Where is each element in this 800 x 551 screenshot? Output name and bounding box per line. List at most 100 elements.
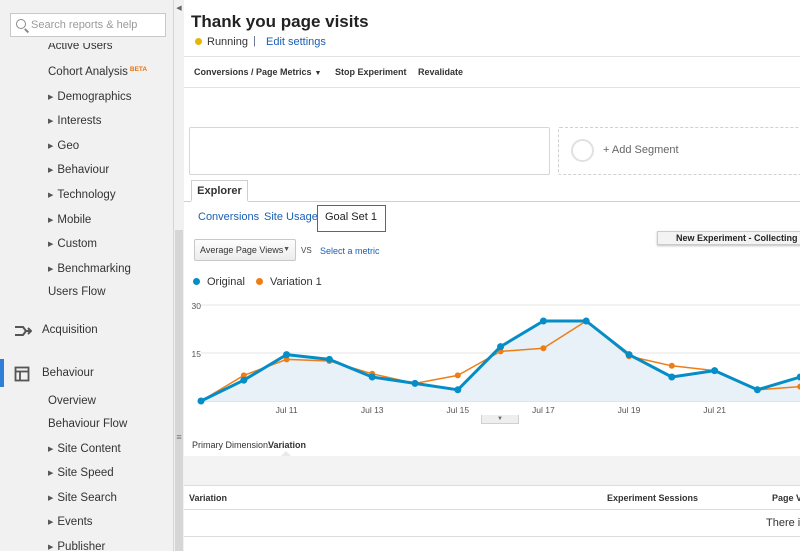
line-chart: 30 15 Jul 11 Jul 13 Jul 15 Jul 17 Jul 19 Jul 21 [192,301,800,415]
column-header-page-views[interactable]: Page V [772,493,800,503]
sidebar-item-benchmarking[interactable]: ▶ Benchmarking [48,263,131,275]
expand-arrow-icon: ▶ [48,118,54,125]
original-point [240,376,248,384]
legend-label: Original [207,276,245,288]
sidebar-item-label: Benchmarking [57,263,131,275]
expand-arrow-icon: ▶ [48,446,54,453]
sidebar-item-label: Overview [48,395,96,407]
sidebar-item-label: Site Content [57,443,121,455]
sidebar-item-custom[interactable]: ▶ Custom [48,238,97,250]
search-box[interactable] [10,13,166,37]
original-point [539,317,547,325]
sidebar-item-demographics[interactable]: ▶ Demographics [48,91,132,103]
behaviour-layout-icon [14,366,30,382]
metric-select[interactable]: Average Page Views ▼ [194,239,296,261]
beta-badge: BETA [129,66,148,73]
stop-experiment-button[interactable]: Stop Experiment [335,67,407,77]
sidebar-item-label: Mobile [57,214,92,226]
legend-variation-1[interactable]: Variation 1 [256,276,322,288]
primary-dimension-value[interactable]: Variation [268,440,306,450]
sidebar-section-label: Acquisition [42,324,98,336]
sidebar-item-interests[interactable]: ▶ Interests [48,115,102,127]
sidebar-item-site-content[interactable]: ▶ Site Content [48,443,121,455]
sidebar-item-site-search[interactable]: ▶ Site Search [48,492,117,504]
sidebar-item-label: Users Flow [48,286,106,298]
sidebar-item-behaviour-flow[interactable]: Behaviour Flow [48,418,127,430]
tab-explorer[interactable]: Explorer [191,180,248,202]
x-tick-label: Jul 13 [361,405,384,415]
chart-collapse-toggle[interactable]: ▼ [481,415,519,424]
sidebar-item-events[interactable]: ▶ Events [48,516,93,528]
sidebar-item-label: Interests [57,115,102,127]
revalidate-button[interactable]: Revalidate [418,67,463,77]
column-header-variation[interactable]: Variation [189,493,227,503]
tab-divider [184,201,800,202]
vs-label: VS [301,246,312,255]
sidebar-item-site-speed[interactable]: ▶ Site Speed [48,467,114,479]
acquisition-arrows-icon [15,326,32,336]
sidebar-scrollbar[interactable] [173,0,184,551]
original-point [411,379,419,387]
x-tick-label: Jul 15 [446,405,469,415]
column-header-experiment-sessions[interactable]: Experiment Sessions [607,493,698,503]
x-tick-label: Jul 21 [703,405,726,415]
sidebar-item-technology[interactable]: ▶ Technology [48,189,116,201]
expand-arrow-icon: ▶ [48,495,54,502]
sidebar-section-label: Behaviour [42,367,94,379]
sidebar-section-acquisition[interactable]: Acquisition [14,323,154,343]
scrollbar-thumb[interactable] [175,230,183,551]
active-indicator [0,359,4,387]
sidebar-section-behaviour[interactable]: Behaviour [14,366,154,386]
page-title: Thank you page visits [191,12,369,31]
x-tick-label: Jul 19 [618,405,641,415]
sidebar-item-label: Active Users [48,40,113,52]
select-metric-link[interactable]: Select a metric [320,246,380,256]
collapse-sidebar-button[interactable]: ◀ [174,0,184,18]
sidebar-item-overview[interactable]: Overview [48,395,96,407]
sidebar-item-label: Cohort Analysis [48,66,128,78]
expand-arrow-icon: ▶ [48,266,54,273]
status-text: Running [207,36,248,48]
expand-arrow-icon: ▶ [48,167,54,174]
search-input[interactable] [31,17,161,33]
table-header: Variation Experiment Sessions Page V [184,485,800,510]
add-segment-label: + Add Segment [603,144,679,156]
original-point [711,367,719,375]
subtab-site-usage[interactable]: Site Usage [264,211,318,223]
x-tick-label: Jul 17 [532,405,555,415]
expand-arrow-icon: ▶ [48,94,54,101]
y-tick-label: 15 [192,349,202,359]
main-content: Thank you page visits Running | Edit set… [184,0,800,551]
sidebar-item-mobile[interactable]: ▶ Mobile [48,214,91,226]
sidebar-item-label: Custom [57,238,98,250]
sidebar-item-label: Site Speed [57,467,114,479]
sidebar-item-label: Behaviour Flow [48,418,128,430]
sidebar-item-cohort-analysis[interactable]: Cohort Analysis BETA [48,66,147,78]
sidebar-item-active-users[interactable]: Active Users [48,40,113,52]
original-point [454,386,462,394]
sidebar-item-users-flow[interactable]: Users Flow [48,286,106,298]
sidebar-item-publisher[interactable]: ▶ Publisher [48,541,105,551]
status-dot-icon [195,38,202,45]
variation-point [540,345,547,352]
segment-slot [189,127,550,175]
sidebar-item-behaviour[interactable]: ▶ Behaviour [48,164,109,176]
experiment-tooltip: New Experiment - Collecting Data [657,231,800,245]
subtab-goal-set-1[interactable]: Goal Set 1 [325,211,377,223]
sidebar-item-label: Site Search [57,492,117,504]
legend-original[interactable]: Original [193,276,245,288]
metrics-menu-button[interactable]: Conversions / Page Metrics ▼ [194,67,321,77]
subtab-conversions[interactable]: Conversions [198,211,259,223]
sidebar-item-label: Behaviour [57,164,110,176]
resize-handle-icon[interactable]: ≡ [175,432,183,444]
sidebar-item-label: Technology [57,189,116,201]
expand-arrow-icon: ▶ [48,241,54,248]
legend-label: Variation 1 [270,276,322,288]
edit-settings-link[interactable]: Edit settings [266,36,326,48]
legend-dot-icon [193,278,200,285]
add-segment-button[interactable]: + Add Segment [558,127,800,175]
sidebar: Active Users Cohort AnalysisBETA ▶Demogr… [0,0,175,551]
sidebar-item-geo[interactable]: ▶ Geo [48,140,79,152]
chevron-down-icon: ▼ [283,246,290,253]
original-point [625,351,633,359]
